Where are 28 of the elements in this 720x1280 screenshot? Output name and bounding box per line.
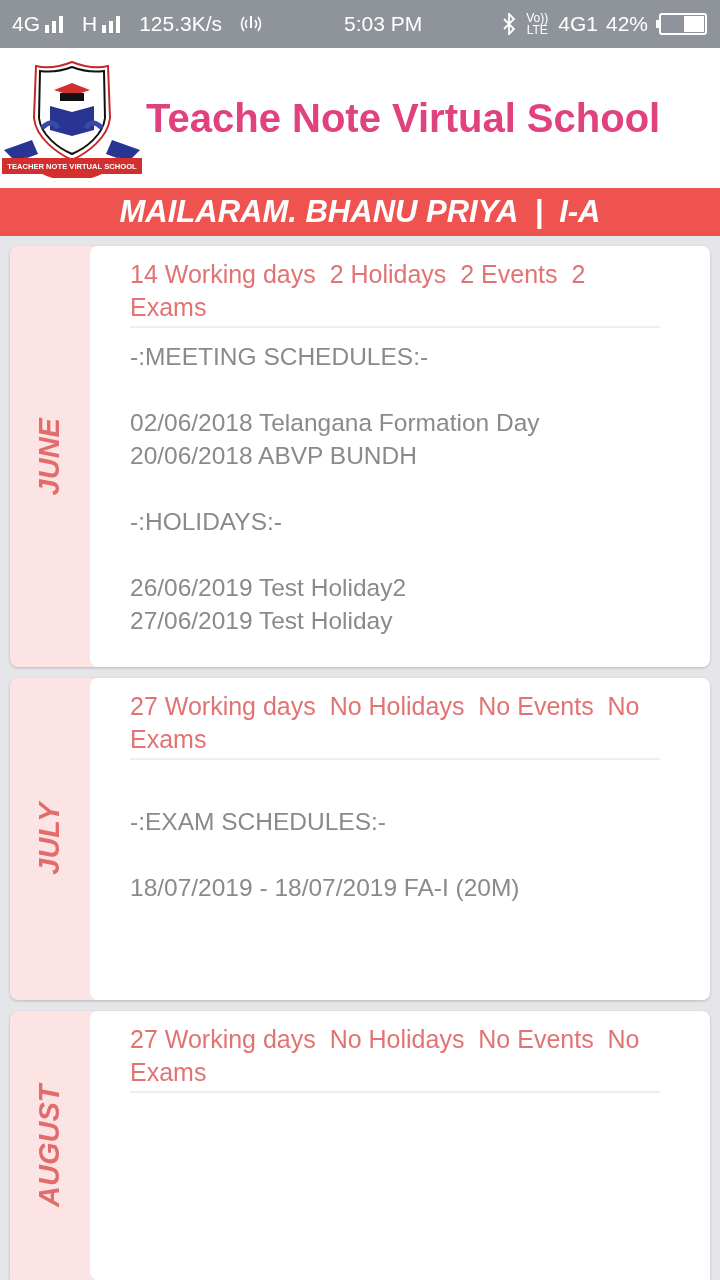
battery-icon [656, 12, 708, 36]
month-label: JULY [32, 803, 67, 875]
class-section: I-A [559, 188, 601, 236]
schedule-line: -:EXAM SCHEDULES:- [130, 807, 387, 837]
network-label: H [82, 11, 98, 38]
schedule-line: 18/07/2019 - 18/07/2019 FA-I (20M) [130, 873, 521, 903]
month-summary: 14 Working days 2 Holidays 2 Events 2 Exams [130, 258, 660, 328]
schedule-line: 27/06/2019 Test Holiday [130, 606, 394, 636]
separator: | [534, 192, 544, 231]
bluetooth-icon [502, 13, 517, 35]
schedule-line: 20/06/2018 ABVP BUNDH [130, 441, 418, 471]
month-label: AUGUST [32, 1084, 67, 1207]
battery-percent: 42% [606, 11, 648, 38]
volte-label: Vo)) LTE [525, 12, 550, 36]
month-summary: 27 Working days No Holidays No Events No Exams [130, 1023, 660, 1093]
month-label: JUNE [32, 417, 67, 496]
clock: 5:03 PM [344, 11, 424, 38]
app-title: Teache Note Virtual School [146, 95, 661, 142]
schedule-line: -:HOLIDAYS:- [130, 507, 283, 537]
student-name: MAILARAM. BHANU PRIYA [119, 192, 519, 231]
month-summary: 27 Working days No Holidays No Events No Exams [130, 690, 660, 760]
schedule-line: -:MEETING SCHEDULES:- [130, 342, 430, 372]
network-label: 4G1 [558, 11, 598, 38]
network-speed: 125.3K/s [139, 11, 223, 38]
schedule-line: 26/06/2019 Test Holiday2 [130, 573, 408, 603]
network-label: 4G [12, 11, 40, 38]
signal-icon [44, 15, 66, 33]
schedule-line: 02/06/2018 Telangana Formation Day [130, 408, 541, 438]
